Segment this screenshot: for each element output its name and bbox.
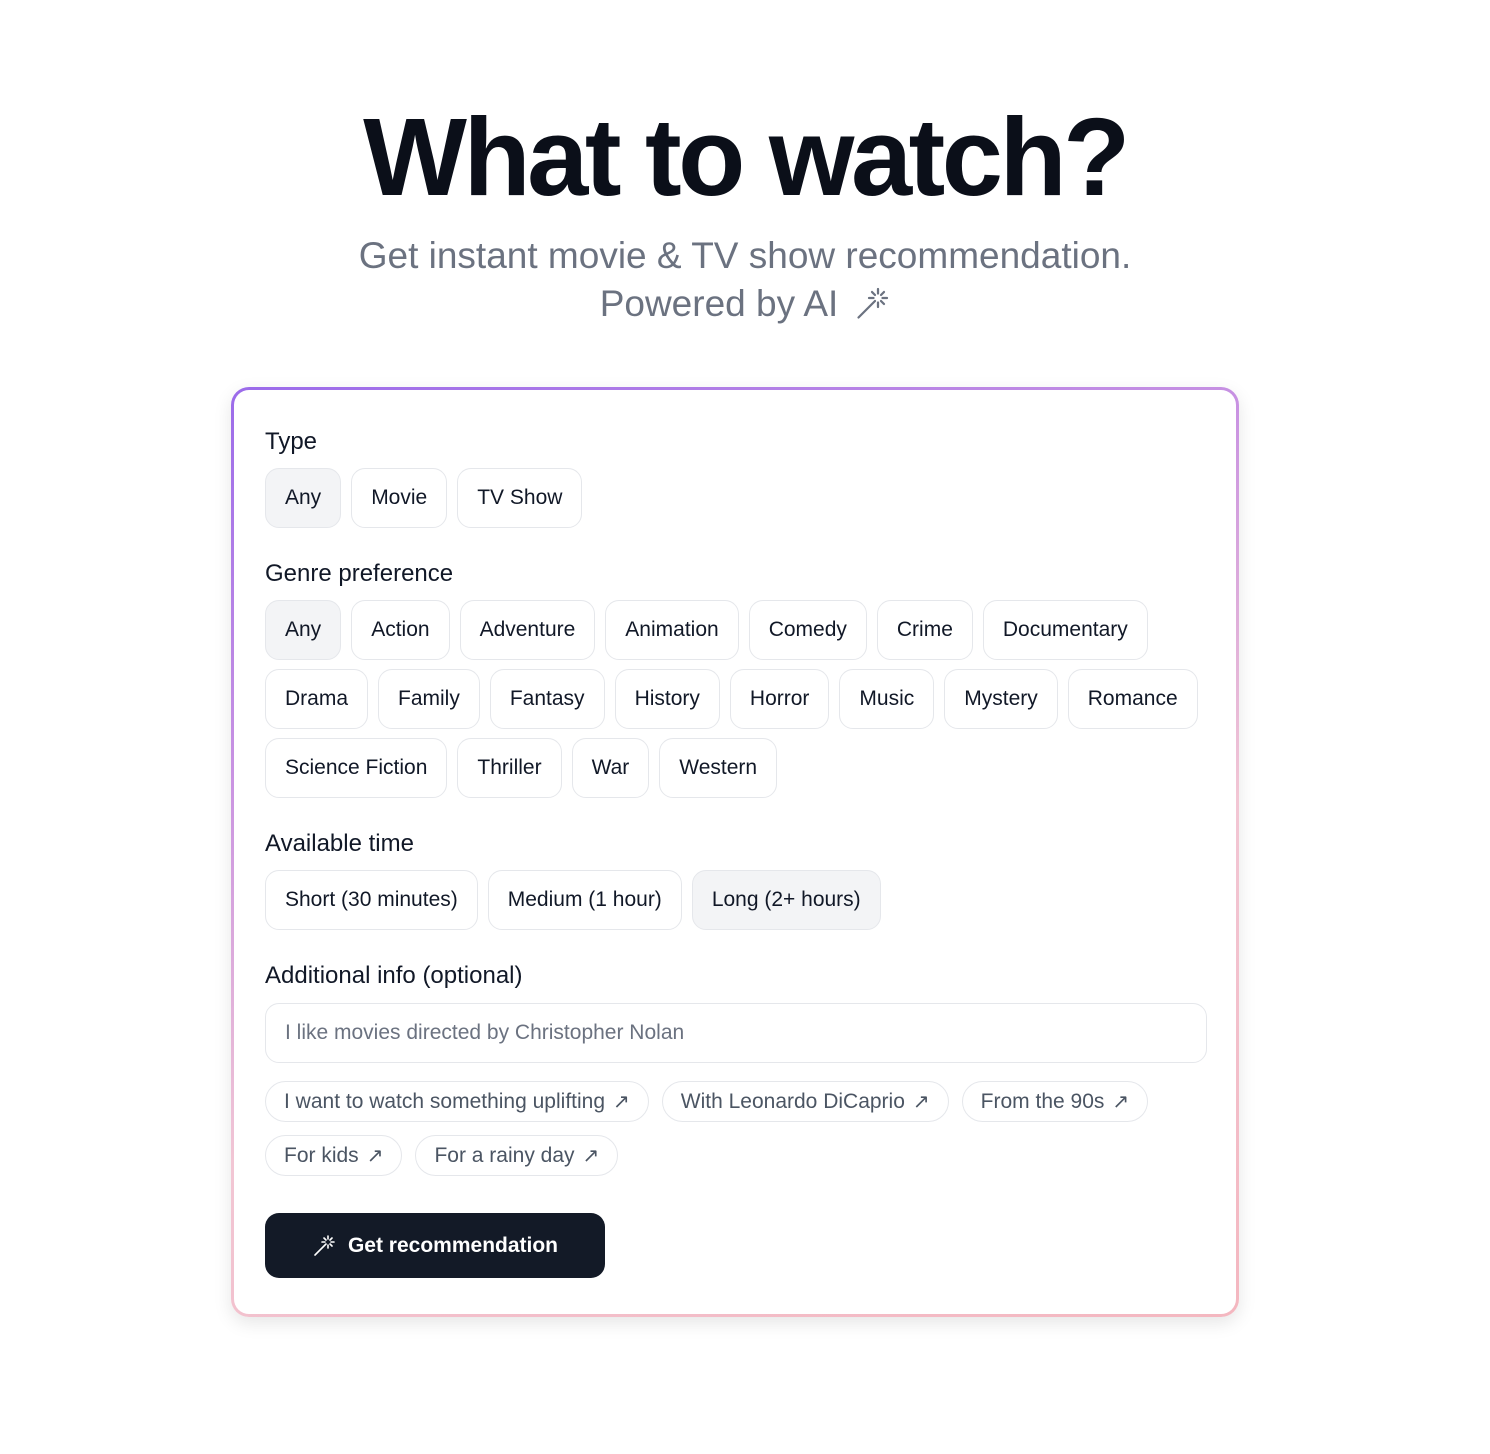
genre-label: Genre preference [265,560,454,587]
arrow-up-right-icon: ↗ [366,1145,384,1167]
arrow-up-right-icon: ↗ [582,1145,600,1167]
get-recommendation-label: Get recommendation [347,1233,559,1257]
suggestion-label: For a rainy day [434,1143,575,1167]
type-options: Any Movie TV Show [265,468,1205,528]
genre-option-war[interactable]: War [571,738,650,798]
time-options: Short (30 minutes) Medium (1 hour) Long (2… [265,870,1205,930]
genre-option-family[interactable]: Family [378,669,480,729]
type-option-tv-show[interactable]: TV Show [457,468,583,528]
suggestion-chip[interactable]: I want to watch something uplifting ↗ [265,1081,649,1122]
suggestion-label: With Leonardo DiCaprio [680,1089,905,1113]
page-subtitle: Get instant movie & TV show recommendati… [0,232,1490,328]
suggestion-chip[interactable]: From the 90s ↗ [961,1081,1149,1122]
genre-option-crime[interactable]: Crime [876,600,973,660]
additional-info-label: Additional info (optional) [265,962,523,989]
suggestion-chip[interactable]: With Leonardo DiCaprio ↗ [661,1081,949,1122]
time-option-short-30-minutes[interactable]: Short (30 minutes) [265,870,478,930]
recommendation-card-border: Type Any Movie TV Show Genre preference An… [231,387,1239,1317]
subtitle-line-1: Get instant movie & TV show recommendati… [358,235,1132,276]
recommendation-form: Type Any Movie TV Show Genre preference An… [234,390,1236,1314]
suggestion-list: I want to watch something uplifting ↗ With… [265,1081,1205,1176]
time-label: Available time [265,830,414,857]
additional-info-input[interactable] [265,1003,1207,1063]
page-title: What to watch? [363,96,1130,219]
magic-wand-icon [314,1234,335,1256]
type-option-movie[interactable]: Movie [351,468,448,528]
genre-options: Any Action Adventure Animation Comedy Crime Do… [265,600,1205,798]
suggestion-chip[interactable]: For kids ↗ [265,1135,403,1176]
magic-wand-icon [857,287,889,319]
genre-option-action[interactable]: Action [351,600,450,660]
genre-option-romance[interactable]: Romance [1067,669,1198,729]
type-option-any[interactable]: Any [265,468,342,528]
genre-option-fantasy[interactable]: Fantasy [489,669,605,729]
genre-option-history[interactable]: History [614,669,720,729]
time-option-long-2-hours[interactable]: Long (2+ hours) [691,870,881,930]
suggestion-label: For kids [284,1143,359,1167]
genre-option-thriller[interactable]: Thriller [457,738,562,798]
genre-option-horror[interactable]: Horror [729,669,830,729]
suggestion-label: From the 90s [980,1089,1105,1113]
genre-option-comedy[interactable]: Comedy [748,600,867,660]
genre-option-documentary[interactable]: Documentary [982,600,1148,660]
get-recommendation-button[interactable]: Get recommendation [265,1213,605,1278]
genre-option-any[interactable]: Any [265,600,342,660]
suggestion-label: I want to watch something uplifting [284,1089,606,1113]
time-option-medium-1-hour[interactable]: Medium (1 hour) [487,870,682,930]
subtitle-line-2: Powered by AI [599,283,839,324]
genre-option-animation[interactable]: Animation [605,600,739,660]
genre-option-music[interactable]: Music [839,669,935,729]
genre-option-adventure[interactable]: Adventure [459,600,596,660]
arrow-up-right-icon: ↗ [1112,1091,1130,1113]
suggestion-chip[interactable]: For a rainy day ↗ [415,1135,619,1176]
arrow-up-right-icon: ↗ [613,1091,630,1113]
genre-option-science-fiction[interactable]: Science Fiction [265,738,448,798]
genre-option-western[interactable]: Western [659,738,778,798]
type-label: Type [265,428,318,455]
genre-option-drama[interactable]: Drama [265,669,369,729]
arrow-up-right-icon: ↗ [912,1091,930,1113]
genre-option-mystery[interactable]: Mystery [944,669,1058,729]
